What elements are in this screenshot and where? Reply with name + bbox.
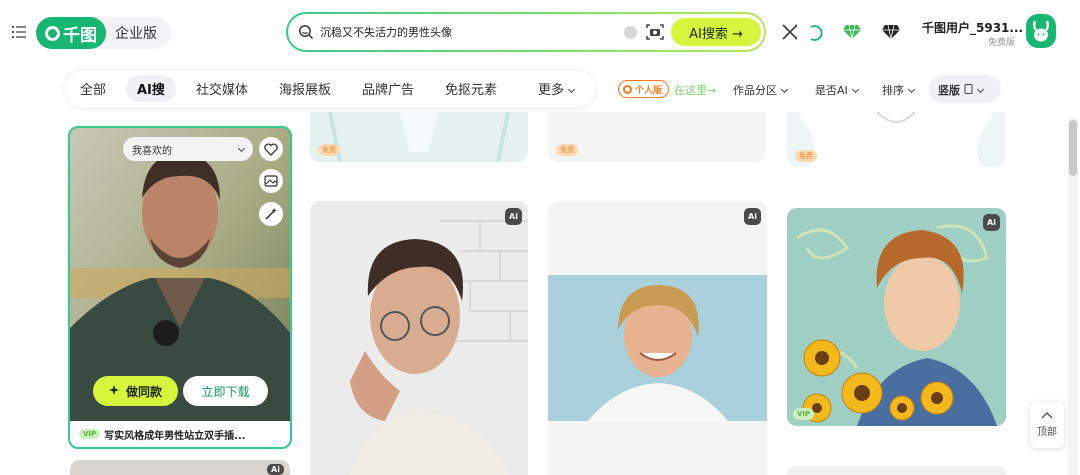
filter-category-label: 作品分区 — [733, 84, 777, 97]
download-button[interactable]: 立即下载 — [183, 376, 268, 406]
chevron-down-icon — [851, 85, 859, 94]
back-to-top-button[interactable]: 顶部 — [1030, 402, 1064, 448]
tab-more-label: 更多 — [538, 83, 565, 98]
brand-pill[interactable]: 千图 企业版 — [36, 17, 171, 49]
featured-image-card[interactable]: 我喜欢的 做同款 立即下载 VIP 写实风格成年男性站立双手插... — [68, 126, 292, 449]
man-with-glasses-image — [310, 201, 528, 475]
scrollbar-thumb[interactable] — [1069, 120, 1077, 176]
refresh-icon[interactable] — [806, 24, 824, 42]
free-tag: 免费 — [318, 144, 340, 156]
image-card-top-1[interactable]: 免费 — [310, 112, 528, 162]
personal-here-link[interactable]: 在这里→ — [674, 82, 716, 98]
image-card-bottom-4[interactable] — [787, 466, 1006, 475]
personal-badge-label: 个人版 — [635, 85, 663, 96]
filter-is-ai[interactable]: 是否AI — [815, 82, 859, 98]
smiling-man-image — [548, 275, 767, 421]
sparkle-icon — [108, 385, 119, 395]
portrait-icon — [964, 84, 973, 94]
ai-badge: Ai — [744, 208, 761, 225]
ai-badge: Ai — [267, 464, 284, 475]
tab-ai-search[interactable]: AI搜 — [126, 75, 176, 102]
tshirt-image — [797, 112, 995, 167]
ai-badge: Ai — [983, 214, 1000, 231]
search-icon — [299, 25, 314, 40]
filter-orientation[interactable]: 竖版 — [938, 82, 984, 98]
username[interactable]: 千图用户_5931... — [922, 19, 1023, 36]
tab-cutout[interactable]: 免抠元素 — [445, 79, 497, 98]
filter-category[interactable]: 作品分区 — [733, 82, 789, 98]
make-same-button[interactable]: 做同款 — [93, 376, 178, 406]
tab-poster[interactable]: 海报展板 — [279, 79, 331, 98]
top-header: 千图 企业版 AI搜索 → 千图用户_5931... 免费版 — [0, 0, 1080, 66]
vip-tag: VIP — [79, 429, 101, 439]
favorite-folder-label: 我喜欢的 — [132, 145, 172, 157]
chevron-down-icon — [237, 144, 246, 152]
clear-input-icon[interactable] — [624, 26, 637, 39]
filter-orientation-label: 竖版 — [938, 84, 960, 97]
search-input[interactable] — [320, 25, 620, 39]
menu-icon[interactable] — [12, 25, 26, 39]
favorite-button[interactable] — [259, 137, 283, 161]
image-card-glasses-man[interactable]: Ai — [310, 201, 528, 475]
ai-badge: Ai — [505, 208, 522, 225]
tab-social-media[interactable]: 社交媒体 — [196, 79, 248, 98]
make-same-label: 做同款 — [125, 384, 162, 399]
user-avatar[interactable] — [1026, 14, 1056, 48]
image-icon — [264, 175, 278, 187]
tab-more[interactable]: 更多 — [538, 79, 576, 98]
ai-search-button[interactable]: AI搜索 → — [671, 18, 761, 46]
ai-edit-button[interactable] — [259, 202, 283, 226]
chevron-down-icon — [976, 85, 984, 94]
featured-card-title[interactable]: 写实风格成年男性站立双手插... — [104, 427, 245, 442]
personal-edition-badge[interactable]: 个人版 — [618, 80, 670, 98]
chevron-down-icon — [567, 85, 576, 94]
image-card-top-2[interactable]: 免费 — [548, 112, 766, 162]
qiantu-logo[interactable]: 千图 — [36, 17, 106, 49]
black-diamond-icon[interactable] — [882, 24, 900, 40]
chevron-down-icon — [780, 85, 789, 94]
close-icon[interactable] — [780, 22, 800, 42]
image-search-icon[interactable] — [645, 22, 665, 42]
green-diamond-icon[interactable] — [843, 24, 861, 40]
magic-wand-icon — [265, 208, 277, 220]
filter-is-ai-label: 是否AI — [815, 84, 848, 97]
filter-sort[interactable]: 排序 — [882, 82, 916, 98]
filter-sort-label: 排序 — [882, 84, 904, 97]
vip-tag: VIP — [793, 408, 815, 420]
featured-card-caption: VIP 写实风格成年男性站立双手插... — [70, 421, 290, 447]
image-card-bottom-1[interactable]: Ai — [70, 460, 290, 475]
painted-boy-sunflowers-image — [787, 208, 1006, 426]
user-plan-tag: 免费版 — [988, 38, 1016, 48]
chevron-up-icon — [1041, 412, 1053, 419]
tab-brand-ad[interactable]: 品牌广告 — [362, 79, 414, 98]
chevron-down-icon — [907, 85, 916, 94]
image-card-top-3[interactable]: 免费 — [787, 112, 1005, 167]
tab-all[interactable]: 全部 — [80, 79, 106, 98]
shirt-image — [328, 112, 510, 162]
image-card-painted-boy[interactable]: Ai VIP — [787, 208, 1006, 426]
free-tag: 免费 — [556, 144, 578, 156]
bunny-avatar-icon — [1033, 20, 1049, 42]
heart-icon — [264, 142, 278, 156]
enterprise-label[interactable]: 企业版 — [115, 23, 157, 43]
image-card-smiling-man[interactable]: Ai — [548, 201, 767, 475]
favorite-folder-dropdown[interactable]: 我喜欢的 — [123, 137, 253, 161]
similar-image-button[interactable] — [259, 169, 283, 193]
back-to-top-label: 顶部 — [1037, 427, 1057, 438]
free-tag: 免费 — [795, 150, 817, 162]
